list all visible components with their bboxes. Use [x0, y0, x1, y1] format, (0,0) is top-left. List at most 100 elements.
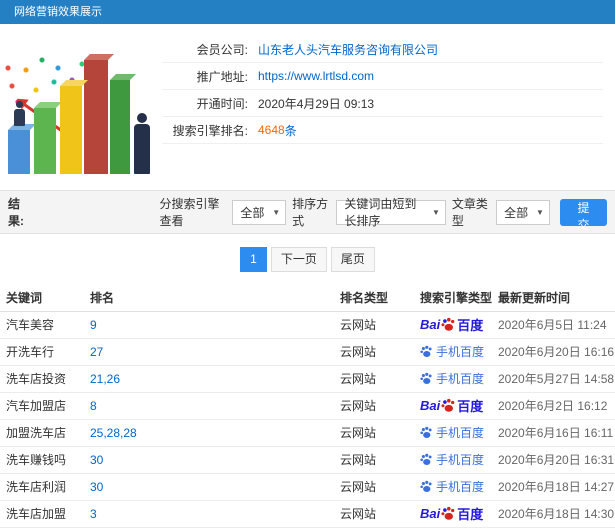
info-row-url: 推广地址: https://www.lrtlsd.com — [162, 63, 603, 90]
rank-count-unit[interactable]: 条 — [285, 122, 297, 139]
filter-bar: 结果: 分搜索引擎查看 全部 ▼ 排序方式 关键词由短到长排序 ▼ 文章类型 全… — [0, 190, 615, 234]
baidu-logo: Bai 百度 — [420, 396, 483, 415]
mobile-baidu-label: 手机百度 — [420, 424, 484, 441]
page-button-current[interactable]: 1 — [240, 247, 267, 272]
keyword-cell: 洗车赚钱吗 — [6, 453, 67, 467]
update-time-cell: 2020年6月2日 16:12 — [498, 399, 608, 413]
baidu-logo: Bai 百度 — [420, 504, 483, 523]
rank-type-cell: 云网站 — [340, 480, 377, 494]
rank-count-value: 4648 — [258, 123, 285, 137]
person-figure-large — [134, 113, 150, 174]
mobile-baidu-text: 手机百度 — [436, 425, 485, 440]
type-filter-label: 文章类型 — [451, 197, 488, 228]
table-row: 洗车店利润 30 云网站 手机百度 2020年6月18日 14:27 — [0, 473, 615, 501]
keyword-cell: 加盟洗车店 — [6, 426, 67, 440]
info-row-open-time: 开通时间: 2020年4月29日 09:13 — [162, 90, 603, 117]
rank-type-cell: 云网站 — [340, 507, 377, 521]
engine-filter-label: 分搜索引擎查看 — [159, 197, 220, 228]
header-engine-type: 搜索引擎类型 — [414, 285, 492, 312]
open-time-label: 开通时间: — [196, 96, 248, 111]
mobile-baidu-text: 手机百度 — [436, 479, 485, 494]
rank-type-cell: 云网站 — [340, 453, 377, 467]
mobile-baidu-label: 手机百度 — [420, 451, 484, 468]
keyword-cell: 洗车店利润 — [6, 480, 67, 494]
keyword-rank-table: 关键词 排名 排名类型 搜索引擎类型 最新更新时间 汽车美容 9 云网站 Bai 百度 2… — [0, 285, 615, 528]
header-rank: 排名 — [84, 285, 334, 312]
header-update-time: 最新更新时间 — [492, 285, 615, 312]
filter-controls: 分搜索引擎查看 全部 ▼ 排序方式 关键词由短到长排序 ▼ 文章类型 全部 ▼ … — [159, 195, 607, 232]
rank-link[interactable]: 3 — [90, 507, 97, 521]
keyword-cell: 汽车美容 — [6, 318, 55, 332]
rank-link[interactable]: 8 — [90, 399, 97, 413]
baidu-paw-icon — [441, 398, 455, 412]
promo-url-label: 推广地址: — [196, 69, 248, 84]
mobile-baidu-label: 手机百度 — [420, 343, 484, 360]
page-header: 网络营销效果展示 — [0, 0, 615, 24]
last-page-button[interactable]: 尾页 — [330, 247, 375, 272]
rank-type-cell: 云网站 — [340, 426, 377, 440]
table-header-row: 关键词 排名 排名类型 搜索引擎类型 最新更新时间 — [0, 285, 615, 312]
update-time-cell: 2020年6月20日 16:16 — [498, 345, 615, 359]
rank-link[interactable]: 27 — [90, 345, 103, 359]
open-time-value: 2020年4月29日 09:13 — [258, 96, 375, 111]
baidu-paw-icon — [441, 317, 455, 331]
keyword-cell: 汽车加盟店 — [6, 399, 67, 413]
company-link[interactable]: 山东老人头汽车服务咨询有限公司 — [258, 41, 438, 58]
rank-type-cell: 云网站 — [340, 399, 377, 413]
table-row: 洗车店投资 21,26 云网站 手机百度 2020年5月27日 14:58 — [0, 365, 615, 393]
mobile-baidu-text: 手机百度 — [436, 371, 485, 386]
baidu-paw-icon — [420, 453, 432, 465]
table-row: 洗车店加盟 3 云网站 Bai 百度 2020年6月18日 14:30 — [0, 500, 615, 528]
update-time-cell: 2020年6月18日 14:27 — [498, 480, 615, 494]
chevron-down-icon: ▼ — [272, 207, 281, 217]
next-page-button[interactable]: 下一页 — [270, 247, 327, 272]
keyword-cell: 洗车店投资 — [6, 372, 67, 386]
rank-type-cell: 云网站 — [340, 345, 377, 359]
chevron-down-icon: ▼ — [535, 207, 544, 217]
baidu-logo-bai: Bai — [420, 317, 441, 332]
engine-filter-value: 全部 — [240, 205, 265, 220]
type-filter-value: 全部 — [504, 205, 529, 220]
baidu-logo-du: 百度 — [457, 318, 484, 333]
baidu-paw-icon — [420, 372, 432, 384]
header-keyword: 关键词 — [0, 285, 84, 312]
baidu-paw-icon — [420, 345, 432, 357]
info-row-rank-count: 搜索引擎排名: 4648 条 — [162, 117, 603, 144]
rank-link[interactable]: 30 — [90, 453, 103, 467]
person-figure-small — [14, 101, 25, 126]
chart-bar-red — [84, 60, 108, 174]
type-filter-select[interactable]: 全部 ▼ — [496, 199, 550, 225]
chevron-down-icon: ▼ — [431, 207, 440, 217]
sort-filter-select[interactable]: 关键词由短到长排序 ▼ — [336, 197, 446, 228]
rank-link[interactable]: 9 — [90, 318, 97, 332]
baidu-logo-bai: Bai — [420, 506, 441, 521]
baidu-logo-du: 百度 — [457, 399, 484, 414]
baidu-paw-icon — [420, 480, 432, 492]
mobile-baidu-text: 手机百度 — [436, 344, 485, 359]
table-row: 洗车赚钱吗 30 云网站 手机百度 2020年6月20日 16:31 — [0, 446, 615, 474]
baidu-logo-du: 百度 — [457, 507, 484, 522]
table-row: 汽车美容 9 云网站 Bai 百度 2020年6月5日 11:24 — [0, 311, 615, 339]
chart-bar-yellow — [60, 86, 82, 174]
submit-button[interactable]: 提交 — [559, 198, 607, 232]
header-rank-type: 排名类型 — [334, 285, 414, 312]
update-time-cell: 2020年5月27日 14:58 — [498, 372, 615, 386]
promo-url-link[interactable]: https://www.lrtlsd.com — [258, 69, 374, 83]
company-label: 会员公司: — [196, 42, 248, 57]
update-time-cell: 2020年6月20日 16:31 — [498, 453, 615, 467]
rank-link[interactable]: 30 — [90, 480, 103, 494]
rank-type-cell: 云网站 — [340, 372, 377, 386]
table-row: 汽车加盟店 8 云网站 Bai 百度 2020年6月2日 16:12 — [0, 392, 615, 420]
rank-link[interactable]: 21,26 — [90, 372, 120, 386]
sort-filter-label: 排序方式 — [292, 197, 329, 228]
keyword-cell: 开洗车行 — [6, 345, 55, 359]
update-time-cell: 2020年6月5日 11:24 — [498, 318, 607, 332]
update-time-cell: 2020年6月16日 16:11 — [498, 426, 614, 440]
baidu-logo: Bai 百度 — [420, 315, 483, 334]
engine-filter-select[interactable]: 全部 ▼ — [232, 199, 287, 225]
bar-chart-illustration — [0, 24, 162, 190]
table-row: 开洗车行 27 云网站 手机百度 2020年6月20日 16:16 — [0, 338, 615, 366]
baidu-paw-icon — [441, 506, 455, 520]
rank-link[interactable]: 25,28,28 — [90, 426, 137, 440]
mobile-baidu-text: 手机百度 — [436, 452, 485, 467]
